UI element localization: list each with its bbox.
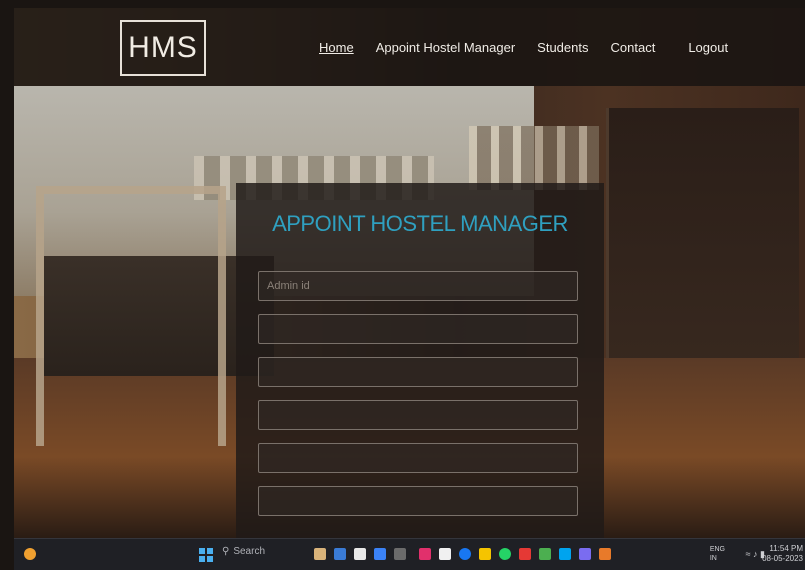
form-field-3[interactable] <box>258 357 578 387</box>
background-bed-frame <box>36 186 226 446</box>
volume-icon[interactable]: ♪ <box>753 549 758 559</box>
nav-students[interactable]: Students <box>537 40 588 55</box>
background-bed-far <box>469 126 599 190</box>
language-label: ENG <box>709 546 725 553</box>
wifi-icon[interactable]: ≈ <box>746 549 751 559</box>
top-navbar: HMS Home Appoint Hostel Manager Students… <box>14 8 805 86</box>
app-icon[interactable] <box>499 548 511 560</box>
app-icon[interactable] <box>439 548 451 560</box>
app-icon[interactable] <box>394 548 406 560</box>
clock-date: 08-05-2023 <box>762 554 803 563</box>
nav-contact[interactable]: Contact <box>611 40 656 55</box>
clock-time: 11:54 PM <box>769 544 803 553</box>
search-icon: ⚲ <box>222 546 230 557</box>
app-icon[interactable] <box>419 548 431 560</box>
app-icon[interactable] <box>519 548 531 560</box>
app-icon[interactable] <box>599 548 611 560</box>
search-label: Search <box>233 546 266 557</box>
app-icon[interactable] <box>374 548 386 560</box>
app-icon[interactable] <box>354 548 366 560</box>
nav-menu: Home Appoint Hostel Manager Students Con… <box>319 40 728 55</box>
form-title: APPOINT HOSTEL MANAGER <box>272 211 568 236</box>
nav-logout[interactable]: Logout <box>688 40 728 55</box>
taskbar-search[interactable]: ⚲ Search <box>222 546 265 557</box>
site-logo[interactable]: HMS <box>120 20 206 76</box>
app-icon[interactable] <box>334 548 346 560</box>
windows-taskbar: ⚲ Search ENG IN ≈ ♪ ▮ 11:54 PM 08-05-202… <box>14 538 805 570</box>
weather-icon[interactable] <box>24 548 36 560</box>
app-icon[interactable] <box>479 548 491 560</box>
form-field-4[interactable] <box>258 400 578 430</box>
language-indicator[interactable]: ENG IN <box>710 545 725 563</box>
form-field-5[interactable] <box>258 443 578 473</box>
app-icon[interactable] <box>579 548 591 560</box>
region-label: IN <box>709 555 717 562</box>
clock[interactable]: 11:54 PM 08-05-2023 <box>762 544 803 564</box>
app-icon[interactable] <box>459 548 471 560</box>
admin-id-field[interactable]: Admin id <box>258 271 578 301</box>
app-icon[interactable] <box>559 548 571 560</box>
windows-start-icon[interactable] <box>199 548 213 562</box>
nav-home[interactable]: Home <box>319 40 354 55</box>
nav-appoint-hostel-manager[interactable]: Appoint Hostel Manager <box>376 40 515 55</box>
appoint-manager-form: APPOINT HOSTEL MANAGER Admin id <box>236 183 604 543</box>
app-icon[interactable] <box>539 548 551 560</box>
browser-viewport: HMS Home Appoint Hostel Manager Students… <box>14 8 805 570</box>
form-field-6[interactable] <box>258 486 578 516</box>
form-field-2[interactable] <box>258 314 578 344</box>
app-icon[interactable] <box>314 548 326 560</box>
